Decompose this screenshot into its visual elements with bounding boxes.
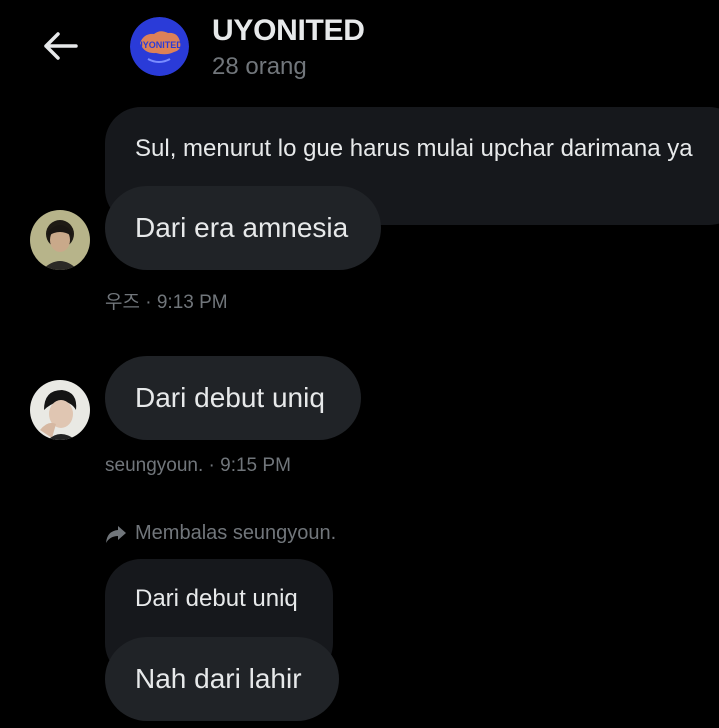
reply-arrow-icon <box>106 525 126 543</box>
reply-label: Membalas seungyoun. <box>105 522 336 545</box>
group-avatar-logo-text: UYONITED <box>136 40 183 50</box>
message-bubble[interactable]: Dari era amnesia <box>105 186 381 270</box>
arrow-left-icon <box>44 32 78 60</box>
member-count[interactable]: 28 orang <box>212 53 307 81</box>
back-button[interactable] <box>36 24 84 68</box>
sender-avatar[interactable] <box>30 210 90 270</box>
message-bubble[interactable]: Nah dari lahir <box>105 637 339 721</box>
reply-label-text: Membalas seungyoun. <box>135 522 337 544</box>
message-meta: 우즈 · 9:13 PM <box>105 292 228 313</box>
message-text: Dari debut uniq <box>135 382 325 413</box>
group-avatar[interactable]: UYONITED <box>130 17 189 76</box>
quoted-message-text: Dari debut uniq <box>135 585 298 612</box>
message-bubble[interactable]: Dari debut uniq <box>105 356 361 440</box>
group-name[interactable]: UYONITED <box>212 14 365 48</box>
message-text: Nah dari lahir <box>135 663 302 694</box>
message-meta: seungyoun. · 9:15 PM <box>105 455 291 476</box>
message-text: Dari era amnesia <box>135 212 349 243</box>
sender-avatar[interactable] <box>30 380 90 440</box>
quoted-message-text: Sul, menurut lo gue harus mulai upchar d… <box>135 135 693 162</box>
